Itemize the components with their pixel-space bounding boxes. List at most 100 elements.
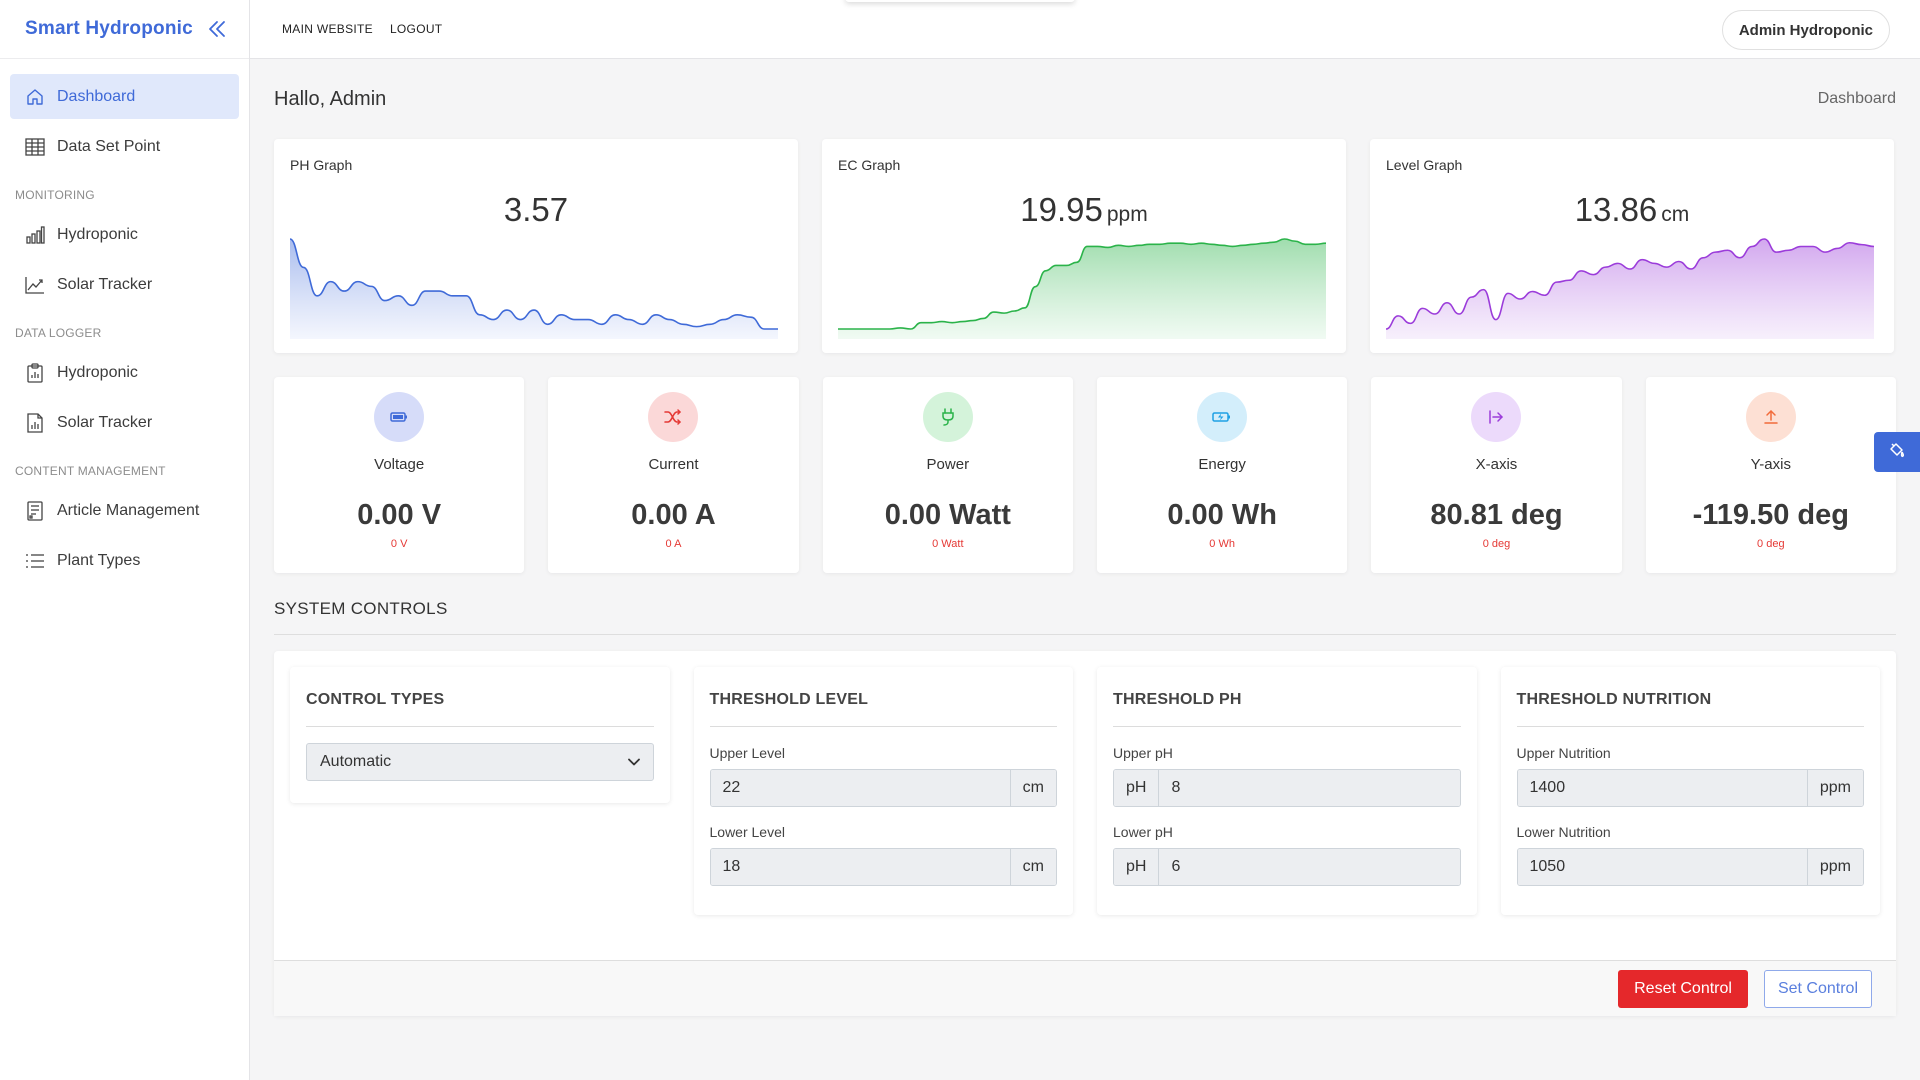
greeting-text: Hallo, Admin: [274, 87, 387, 110]
battery-icon: [374, 392, 425, 442]
lower-level-input-group: 18 cm: [709, 848, 1057, 886]
lower-nutrition-label: Lower Nutrition: [1516, 824, 1611, 840]
main-content: Hallo, Admin Dashboard PH Graph 3.57 EC …: [274, 59, 1896, 1016]
threshold-nutrition-box: THRESHOLD NUTRITION Upper Nutrition 1400…: [1500, 667, 1880, 915]
main-website-link[interactable]: MAIN WEBSITE: [282, 22, 373, 36]
upper-ph-input[interactable]: 8: [1159, 770, 1460, 806]
graph-unit: ppm: [1106, 203, 1148, 226]
control-types-box: CONTROL TYPES Automatic: [290, 667, 670, 803]
graph-value: 13.86 cm: [1370, 191, 1894, 229]
sidebar-item-label: Data Set Point: [57, 137, 161, 155]
battery-charging-icon: [1197, 392, 1248, 442]
metric-label: Power: [926, 456, 970, 473]
upper-level-input[interactable]: 22: [710, 770, 1010, 806]
theme-settings-button[interactable]: [1874, 432, 1920, 472]
sidebar-item-dashboard[interactable]: Dashboard: [10, 74, 239, 119]
metric-value: 0.00 Watt: [884, 499, 1011, 531]
metric-label: Current: [648, 456, 699, 473]
graph-title: PH Graph: [290, 157, 353, 173]
threshold-level-title: THRESHOLD LEVEL: [709, 691, 1057, 727]
sidebar-item-logger-hydroponic[interactable]: Hydroponic: [10, 350, 239, 395]
level-graph-card: Level Graph 13.86 cm: [1370, 139, 1894, 353]
reset-control-button[interactable]: Reset Control: [1618, 969, 1748, 1008]
graph-title: EC Graph: [838, 157, 901, 173]
sparkline-area: [290, 239, 778, 339]
current-card: Current 0.00 A 0 A: [548, 377, 799, 573]
shuffle-icon: [648, 392, 699, 442]
section-heading-data-logger: DATA LOGGER: [15, 326, 102, 340]
user-menu-button[interactable]: Admin Hydroponic: [1721, 10, 1890, 50]
system-controls-card: CONTROL TYPES Automatic THRESHOLD LEVEL …: [274, 651, 1896, 1016]
sidebar-item-monitoring-hydroponic[interactable]: Hydroponic: [10, 212, 239, 257]
metric-label: Voltage: [374, 456, 425, 473]
breadcrumb: Dashboard: [1817, 90, 1896, 107]
control-type-selected: Automatic: [320, 753, 392, 770]
metric-label: Energy: [1198, 456, 1246, 473]
bar-chart-icon: [25, 225, 45, 245]
upper-nutrition-input[interactable]: 1400: [1517, 770, 1807, 806]
logout-link[interactable]: LOGOUT: [390, 22, 442, 36]
sidebar-item-monitoring-solar-tracker[interactable]: Solar Tracker: [10, 262, 239, 307]
set-control-button[interactable]: Set Control: [1763, 969, 1872, 1008]
line-chart-icon: [25, 275, 45, 295]
ph-graph-card: PH Graph 3.57: [274, 139, 798, 353]
energy-card: Energy 0.00 Wh 0 Wh: [1096, 377, 1348, 573]
lower-ph-input[interactable]: 6: [1159, 849, 1460, 885]
metric-label: Y-axis: [1750, 456, 1791, 473]
plug-icon: [922, 392, 973, 442]
threshold-ph-box: THRESHOLD PH Upper pH pH 8 Lower pH pH 6: [1097, 667, 1477, 915]
metric-subvalue: 0 deg: [1757, 538, 1785, 550]
threshold-nutrition-title: THRESHOLD NUTRITION: [1516, 691, 1864, 727]
graph-value: 19.95 ppm: [822, 191, 1346, 229]
metric-value: 80.81 deg: [1430, 499, 1563, 531]
ec-sparkline: [838, 238, 1326, 339]
threshold-ph-title: THRESHOLD PH: [1113, 691, 1461, 727]
control-type-select[interactable]: Automatic: [306, 743, 654, 781]
metric-subvalue: 0 Wh: [1209, 538, 1235, 550]
ec-graph-card: EC Graph 19.95 ppm: [822, 139, 1346, 353]
article-icon: [25, 500, 45, 521]
metric-subvalue: 0 deg: [1482, 538, 1511, 550]
top-header: MAIN WEBSITE LOGOUT Admin Hydroponic: [250, 0, 1920, 59]
page-heading: Hallo, Admin Dashboard: [274, 59, 1896, 139]
upper-nutrition-label: Upper Nutrition: [1516, 745, 1611, 761]
metric-subvalue: 0 V: [390, 538, 408, 550]
double-chevron-left-icon[interactable]: [205, 17, 229, 41]
lower-nutrition-input[interactable]: 1050: [1517, 849, 1807, 885]
ph-sparkline: [290, 238, 778, 339]
graph-row: PH Graph 3.57 EC Graph 19.95 ppm Level Gr…: [274, 139, 1896, 353]
section-heading-monitoring: MONITORING: [15, 188, 95, 202]
ph-prefix-addon: pH: [1114, 770, 1160, 806]
controls-columns: CONTROL TYPES Automatic THRESHOLD LEVEL …: [274, 651, 1896, 915]
metric-subvalue: 0 Watt: [932, 538, 964, 550]
sidebar-item-plant-types[interactable]: Plant Types: [10, 538, 239, 583]
section-heading-content-management: CONTENT MANAGEMENT: [15, 464, 166, 478]
metric-value: 0.00 Wh: [1167, 499, 1277, 531]
sidebar-item-article-management[interactable]: Article Management: [10, 488, 239, 533]
sidebar-item-label: Hydroponic: [57, 225, 138, 243]
clipboard-chart-icon: [25, 362, 45, 383]
sidebar-item-data-set-point[interactable]: Data Set Point: [10, 124, 239, 169]
metric-value: 0.00 V: [357, 499, 442, 531]
voltage-card: Voltage 0.00 V 0 V: [274, 377, 525, 573]
metric-row: Voltage 0.00 V 0 V Current 0.00 A 0 A Po…: [274, 377, 1896, 573]
lower-level-input[interactable]: 18: [710, 849, 1010, 885]
brand-name[interactable]: Smart Hydroponic: [25, 18, 193, 40]
sidebar-item-logger-solar-tracker[interactable]: Solar Tracker: [10, 400, 239, 445]
control-types-title: CONTROL TYPES: [306, 691, 654, 727]
unit-addon: cm: [1009, 770, 1056, 806]
lower-ph-input-group: pH 6: [1113, 848, 1461, 886]
graph-value: 3.57: [274, 191, 798, 229]
sparkline-area: [1386, 239, 1874, 339]
home-icon: [25, 87, 45, 107]
level-sparkline: [1386, 238, 1874, 339]
metric-label: X-axis: [1475, 456, 1518, 473]
sidebar-item-label: Dashboard: [57, 87, 136, 105]
upper-ph-input-group: pH 8: [1113, 769, 1461, 807]
upper-ph-label: Upper pH: [1113, 745, 1173, 761]
upper-nutrition-input-group: 1400 ppm: [1516, 769, 1864, 807]
lower-ph-label: Lower pH: [1113, 824, 1173, 840]
metric-value: 0.00 A: [631, 499, 716, 531]
graph-title: Level Graph: [1386, 157, 1463, 173]
lower-level-label: Lower Level: [709, 824, 786, 840]
